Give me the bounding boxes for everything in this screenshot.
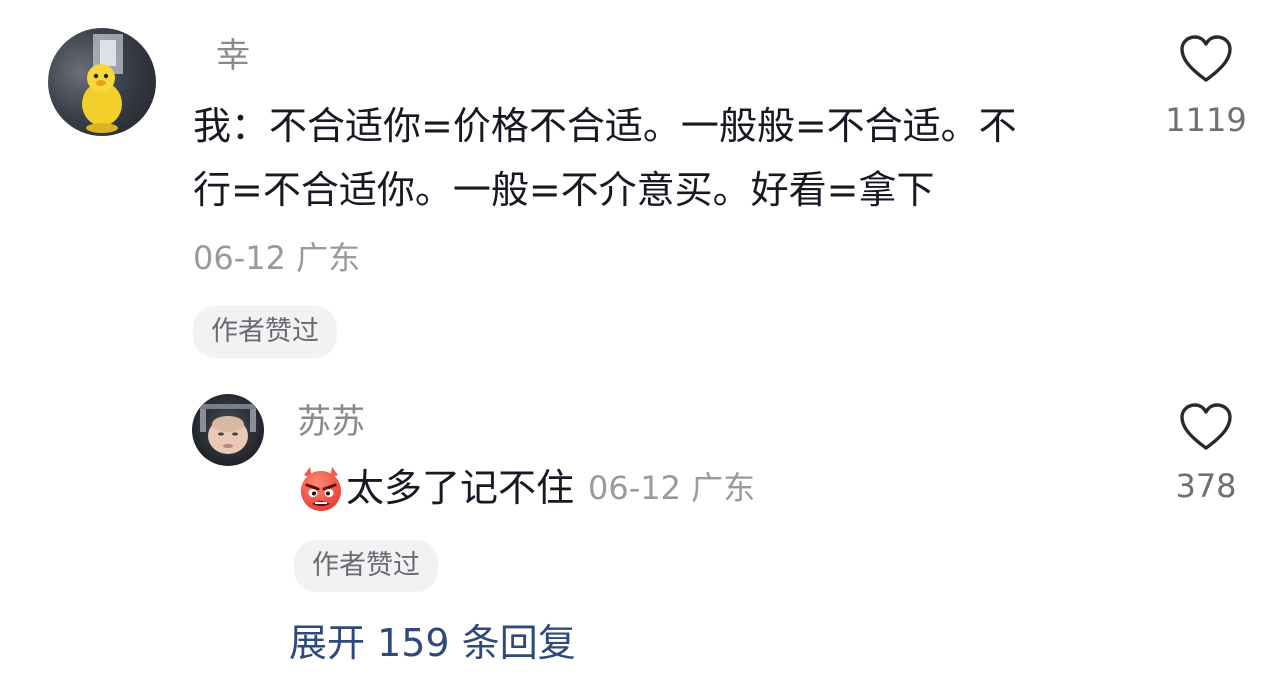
avatar-image	[82, 34, 123, 133]
angry-devil-emoji-icon	[301, 467, 341, 511]
comment-meta: 06-12 广东	[193, 239, 361, 277]
avatar-image	[200, 404, 256, 454]
reply-like-count: 378	[1175, 467, 1237, 505]
author-liked-badge: 作者赞过	[294, 540, 438, 592]
reply-line: 太多了记不住 06-12 广东	[296, 462, 755, 514]
replier-avatar[interactable]	[192, 394, 264, 466]
like-button[interactable]	[1178, 34, 1234, 86]
author-liked-badge: 作者赞过	[193, 306, 337, 358]
comment-text-line-1: 我：不合适你=价格不合适。一般般=不合适。不	[193, 104, 1017, 148]
replier-username[interactable]: 苏苏	[297, 402, 365, 442]
comment-text-line-2: 行=不合适你。一般=不介意买。好看=拿下	[193, 168, 935, 212]
like-count: 1119	[1165, 101, 1247, 139]
heart-icon	[1180, 403, 1232, 450]
reply-text: 太多了记不住	[346, 466, 575, 510]
reply-meta: 06-12 广东	[588, 469, 756, 507]
commenter-username[interactable]: 幸	[216, 36, 250, 76]
reply-like-button[interactable]	[1178, 402, 1234, 454]
heart-icon	[1180, 35, 1232, 82]
expand-replies-link[interactable]: 展开 159 条回复	[289, 620, 576, 666]
commenter-avatar[interactable]	[48, 28, 156, 136]
